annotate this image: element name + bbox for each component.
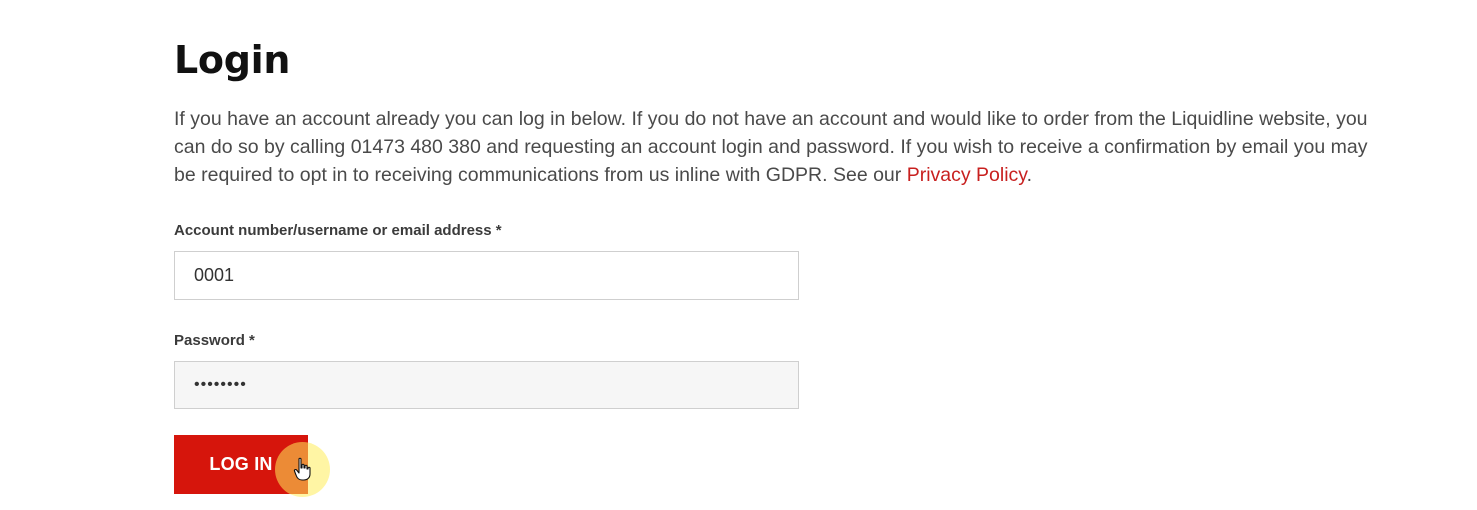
login-button[interactable]: LOG IN xyxy=(174,435,308,494)
login-form: Login If you have an account already you… xyxy=(174,36,1384,494)
intro-end: . xyxy=(1026,164,1033,186)
password-input[interactable] xyxy=(174,361,799,409)
username-input[interactable] xyxy=(174,251,799,300)
page-title: Login xyxy=(174,38,291,82)
privacy-policy-link[interactable]: Privacy Policy xyxy=(907,164,1027,186)
password-label: Password * xyxy=(174,332,255,349)
intro-text: If you have an account already you can l… xyxy=(174,105,1379,189)
intro-body: If you have an account already you can l… xyxy=(174,108,1368,186)
username-label: Account number/username or email address… xyxy=(174,222,502,239)
